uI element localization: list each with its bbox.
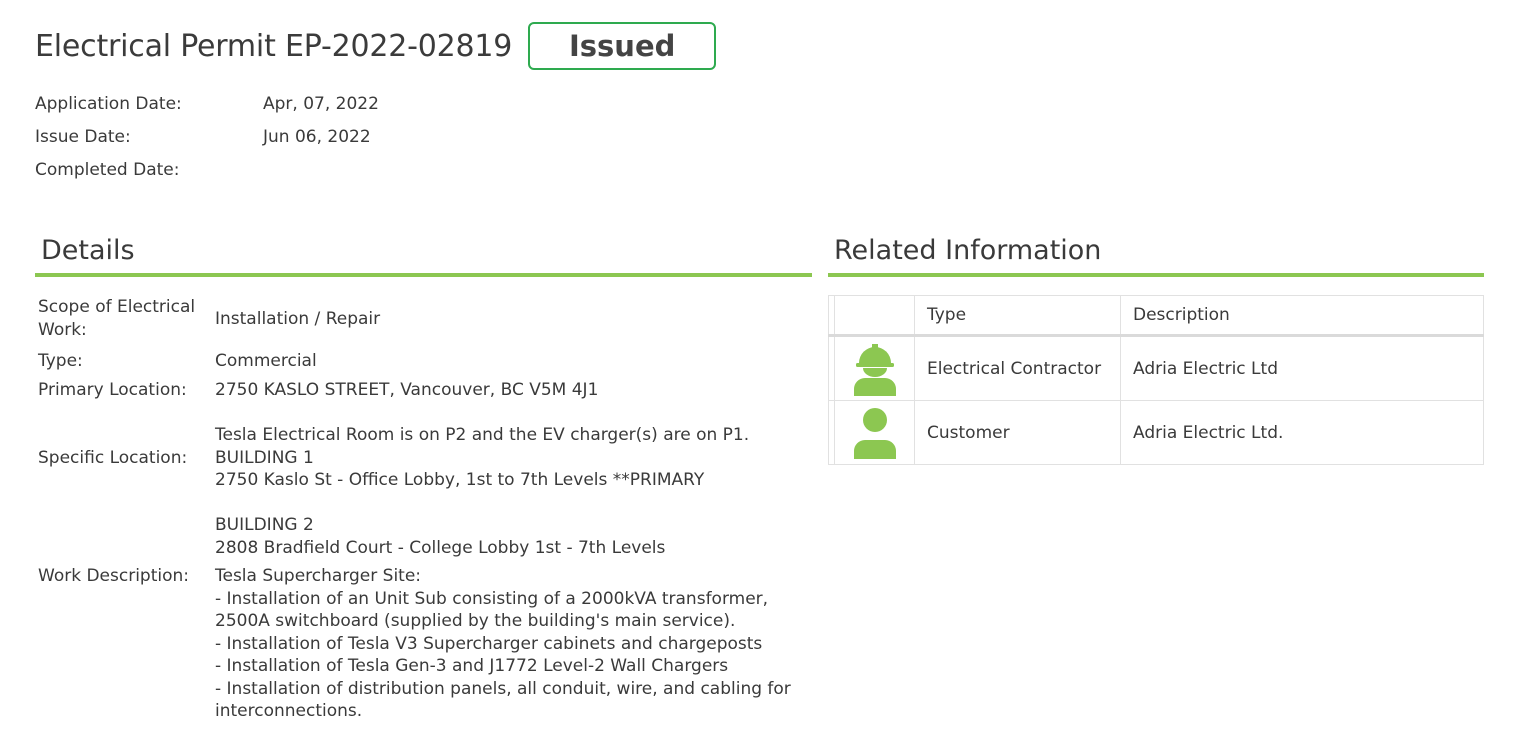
work-description-value: Tesla Supercharger Site: - Installation … [215,566,791,721]
row-type: Customer [914,400,1121,465]
dates-section: Application Date: Apr, 07, 2022 Issue Da… [35,92,379,191]
application-date-row: Application Date: Apr, 07, 2022 [35,92,379,125]
column-header-type: Type [914,295,1121,337]
scope-value: Installation / Repair [215,309,381,329]
row-icon-cell [834,400,915,465]
customer-person-icon [853,407,896,459]
status-badge: Issued [528,22,717,70]
details-section: Scope of Electrical Work: Installation /… [38,296,818,723]
primary-location-label: Primary Location: [38,380,187,400]
column-header-description: Description [1120,295,1484,337]
work-description-label: Work Description: [38,566,189,586]
completed-date-label: Completed Date: [35,160,180,180]
details-header: Details [35,235,812,277]
table-header-row: Type Description [828,295,1484,337]
title-row: Electrical Permit EP-2022-02819 Issued [35,22,717,70]
issue-date-row: Issue Date: Jun 06, 2022 [35,125,379,158]
work-description-row: Work Description: Tesla Supercharger Sit… [38,565,818,723]
application-date-value: Apr, 07, 2022 [263,94,379,114]
row-description: Adria Electric Ltd. [1120,400,1484,465]
specific-location-value: Tesla Electrical Room is on P2 and the E… [215,425,750,558]
table-row[interactable]: Customer Adria Electric Ltd. [828,400,1484,465]
row-type: Electrical Contractor [914,335,1121,401]
type-label: Type: [38,351,83,371]
issue-date-label: Issue Date: [35,127,131,147]
specific-location-label: Specific Location: [38,448,188,468]
completed-date-row: Completed Date: [35,158,379,191]
specific-location-row: Specific Location: Tesla Electrical Room… [38,424,818,562]
page-title: Electrical Permit EP-2022-02819 [35,28,513,64]
table-row[interactable]: Electrical Contractor Adria Electric Ltd [828,335,1484,401]
primary-location-row: Primary Location: 2750 KASLO STREET, Van… [38,379,818,424]
row-icon-cell [834,335,915,401]
related-information-header: Related Information [828,235,1484,277]
row-description: Adria Electric Ltd [1120,335,1484,401]
issue-date-value: Jun 06, 2022 [263,127,371,147]
header-icon-cell [834,295,915,337]
scope-row: Scope of Electrical Work: Installation /… [38,296,818,341]
related-information-table: Type Description Electrical Contractor A… [828,295,1484,465]
primary-location-value: 2750 KASLO STREET, Vancouver, BC V5M 4J1 [215,380,599,400]
type-row: Type: Commercial [38,350,818,379]
contractor-hardhat-icon [853,343,896,396]
type-value: Commercial [215,351,317,371]
application-date-label: Application Date: [35,94,182,114]
scope-label: Scope of Electrical Work: [38,297,196,340]
